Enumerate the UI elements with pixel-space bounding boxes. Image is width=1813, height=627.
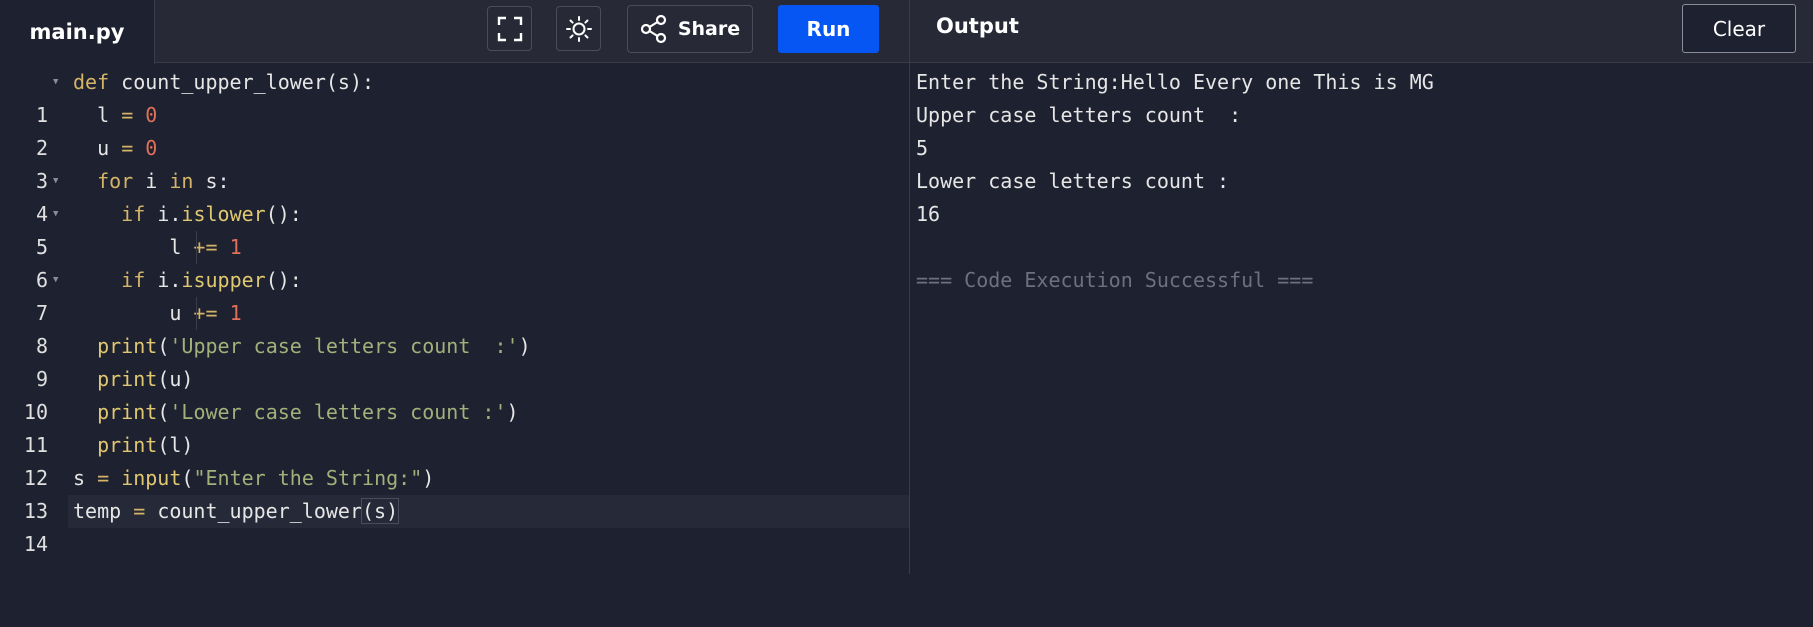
code-line: 6 l += 1 [0, 231, 909, 292]
code-text: temp = count_upper_lower(s) [68, 495, 909, 528]
fold-arrow-icon[interactable]: ▼ [53, 264, 58, 297]
output-line: Enter the String:Hello Every one This is… [916, 70, 1434, 94]
share-button[interactable]: Share [627, 5, 753, 53]
output-line: 16 [916, 202, 941, 226]
code-editor[interactable]: 1 ▼ def count_upper_lower(s): 2 l = 0 3 … [0, 66, 909, 574]
code-line: 8 u += 1 [0, 297, 909, 358]
code-line: 13 s = input("Enter the String:") [0, 462, 909, 523]
run-label: Run [806, 17, 851, 41]
code-text: print(u) [97, 367, 194, 391]
fold-arrow-icon[interactable]: ▼ [53, 66, 58, 99]
code-line: 7 ▼ if i.isupper(): [0, 264, 909, 325]
code-text: u += 1 [68, 297, 909, 330]
code-text: print('Upper case letters count :') [97, 334, 531, 358]
output-line: 5 [916, 136, 929, 160]
code-line-active: 14 temp = count_upper_lower(s) [0, 495, 909, 556]
code-text: print(l) [97, 433, 194, 457]
theme-toggle-button[interactable] [556, 6, 601, 51]
code-line: 3 u = 0 [0, 132, 909, 193]
top-toolbar: main.py Share Run Output Clear [0, 0, 1813, 64]
code-line: 11 print('Lower case letters count :') [0, 396, 909, 457]
fullscreen-icon [497, 16, 522, 41]
output-line: Upper case letters count : [916, 103, 1242, 127]
code-text: def count_upper_lower(s): [73, 70, 375, 94]
file-tab-label: main.py [29, 20, 125, 44]
code-line: 5 ▼ if i.islower(): [0, 198, 909, 259]
output-console: Enter the String:Hello Every one This is… [916, 66, 1806, 297]
share-label: Share [677, 18, 741, 40]
code-text: l += 1 [68, 231, 909, 264]
clear-button[interactable]: Clear [1682, 4, 1796, 53]
share-icon [640, 14, 666, 44]
pane-divider[interactable] [909, 0, 910, 574]
line-number: 14 [23, 532, 48, 556]
code-line: 9 print('Upper case letters count :') [0, 330, 909, 391]
code-line: 12 print(l) [0, 429, 909, 490]
code-line: 10 print(u) [0, 363, 909, 424]
code-text: u = 0 [97, 136, 158, 160]
code-text: if i.isupper(): [121, 268, 302, 292]
text-cursor-area: (s) [361, 498, 400, 524]
theme-toggle-icon [565, 15, 592, 42]
output-title: Output [936, 14, 1019, 38]
code-text: l = 0 [97, 103, 158, 127]
run-button[interactable]: Run [778, 5, 879, 53]
code-line: 4 ▼ for i in s: [0, 165, 909, 226]
code-text: print('Lower case letters count :') [97, 400, 519, 424]
code-line: 2 l = 0 [0, 99, 909, 160]
code-text: if i.islower(): [121, 202, 302, 226]
file-tab-main-py[interactable]: main.py [0, 0, 155, 64]
fold-arrow-icon[interactable]: ▼ [53, 198, 58, 231]
output-line: Lower case letters count : [916, 169, 1230, 193]
fold-arrow-icon[interactable]: ▼ [53, 165, 58, 198]
execution-status: === Code Execution Successful === [916, 268, 1314, 292]
code-text: for i in s: [97, 169, 230, 193]
code-line: 1 ▼ def count_upper_lower(s): [0, 66, 909, 127]
code-text: s = input("Enter the String:") [73, 466, 435, 490]
fullscreen-button[interactable] [487, 6, 532, 51]
clear-label: Clear [1712, 16, 1766, 41]
